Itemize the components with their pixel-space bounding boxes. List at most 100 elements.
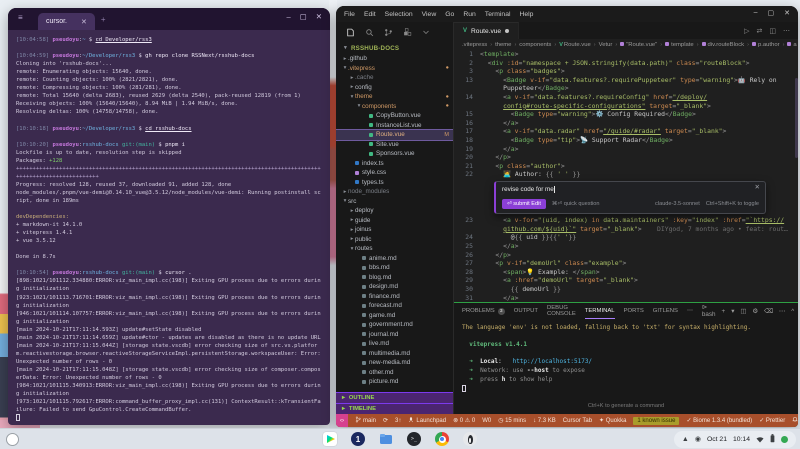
status-item-7-3-kb[interactable]: ↓ 7.3 KB bbox=[533, 418, 556, 424]
search-icon[interactable] bbox=[365, 28, 374, 37]
status-item-15-mins[interactable]: ◷ 15 mins bbox=[498, 417, 526, 424]
tree-item-site-vue[interactable]: Site.vue bbox=[336, 140, 453, 150]
quick-question-label[interactable]: ⌘⏎ quick question bbox=[552, 200, 600, 209]
code-editor[interactable]: 1<template>2 <div :id="namespace + JSON.… bbox=[454, 50, 798, 302]
tree-item-new-media-md[interactable]: new-media.md bbox=[336, 358, 453, 368]
tree-item-src[interactable]: ▾src bbox=[336, 197, 453, 207]
tree-item-other-md[interactable]: other.md bbox=[336, 368, 453, 378]
menu-terminal[interactable]: Terminal bbox=[485, 11, 511, 18]
remote-indicator[interactable]: ‹› bbox=[336, 414, 348, 427]
status-item-bell[interactable] bbox=[792, 416, 798, 425]
status-item-main[interactable]: main bbox=[355, 416, 376, 425]
breadcrumb-item[interactable]: p.author bbox=[752, 42, 780, 48]
tree-item-copybutton-vue[interactable]: CopyButton.vue bbox=[336, 111, 453, 121]
code-line[interactable]: 21 <p class="author"> bbox=[454, 162, 798, 171]
modified-dot-icon[interactable] bbox=[505, 29, 509, 33]
tree-item-bbs-md[interactable]: bbs.md bbox=[336, 263, 453, 273]
tree-item-sponsors-vue[interactable]: Sponsors.vue bbox=[336, 149, 453, 159]
tree-item-live-md[interactable]: live.md bbox=[336, 339, 453, 349]
code-line[interactable]: 29 <a :href="demoUrl" target="_blank"> bbox=[454, 276, 798, 285]
code-line[interactable]: 28 <span>💡 Example: </span> bbox=[454, 268, 798, 277]
panel-tab-gitlens[interactable]: GITLENS bbox=[653, 308, 678, 314]
tree-item-design-md[interactable]: design.md bbox=[336, 282, 453, 292]
split-editor-icon[interactable]: ◫ bbox=[769, 27, 776, 35]
tree-item-journal-md[interactable]: journal.md bbox=[336, 330, 453, 340]
panel-tab--[interactable]: ⋯ bbox=[687, 308, 693, 314]
editor-tab-route-vue[interactable]: V Route.vue bbox=[454, 22, 519, 39]
status-item-launchpad[interactable]: Launchpad bbox=[408, 416, 446, 425]
status-item-0-0[interactable]: ⊗ 0 ⚠ 0 bbox=[453, 417, 475, 424]
chrome-icon[interactable] bbox=[435, 432, 449, 446]
terminal-minimize-icon[interactable]: – bbox=[286, 12, 290, 21]
terminal-new-tab-icon[interactable]: + bbox=[101, 15, 106, 24]
code-line[interactable]: 2 <div :id="namespace + JSON.stringify(d… bbox=[454, 59, 798, 68]
more-icon[interactable]: ⋯ bbox=[779, 308, 785, 315]
play-store-icon[interactable] bbox=[323, 432, 337, 446]
breadcrumb-item[interactable]: div.routeBlock bbox=[702, 42, 745, 48]
tree-item-config[interactable]: ▸config bbox=[336, 83, 453, 93]
tree-item-style-css[interactable]: style.css bbox=[336, 168, 453, 178]
code-line[interactable]: 23 <a v-for="(uid, index) in data.mainta… bbox=[454, 216, 798, 225]
split-terminal-icon[interactable]: ◫ bbox=[740, 308, 746, 315]
run-icon[interactable]: ▷ bbox=[744, 27, 749, 35]
panel-tab-problems[interactable]: PROBLEMS3 bbox=[462, 308, 505, 315]
terminal-output[interactable]: [10:04:58] pseudoyu:~ $ cd Developer/rss… bbox=[8, 30, 330, 425]
code-line[interactable]: 14 <a v-if="data.features?.requireConfig… bbox=[454, 93, 798, 102]
swap-icon[interactable]: ⇄ bbox=[757, 27, 763, 35]
status-item-w0[interactable]: W0 bbox=[482, 418, 491, 424]
tree-item-finance-md[interactable]: finance.md bbox=[336, 292, 453, 302]
status-item-3[interactable]: 3↑ bbox=[395, 418, 401, 424]
tree-item-joinus[interactable]: ▸joinus bbox=[336, 225, 453, 235]
breadcrumb-item[interactable]: "Route.vue" bbox=[620, 42, 657, 48]
1password-icon[interactable]: 1 bbox=[351, 432, 365, 446]
breadcrumb-item[interactable]: Vetur bbox=[599, 42, 613, 48]
menu-help[interactable]: Help bbox=[519, 11, 533, 18]
outline-section-header[interactable]: ▸ OUTLINE bbox=[336, 392, 453, 403]
code-line[interactable]: 20 </p> bbox=[454, 153, 798, 162]
code-line[interactable]: 19 </a> bbox=[454, 145, 798, 154]
settings-icon[interactable]: ⚙ bbox=[752, 308, 758, 315]
code-line[interactable]: 25 </a> bbox=[454, 242, 798, 251]
explorer-root-header[interactable]: ▾ RSSHUB-DOCS bbox=[336, 42, 453, 54]
vscode-maximize-icon[interactable]: ▢ bbox=[768, 9, 775, 17]
terminal-tab[interactable]: cursor. ✕ bbox=[38, 13, 95, 30]
code-line[interactable]: 18 <Badge type="tip">📡 Support Radar</Ba… bbox=[454, 136, 798, 145]
code-line[interactable]: config#route-specific-configurations" ta… bbox=[454, 102, 798, 111]
code-line[interactable]: 17 <a v-if="data.radar" href="/guide/#ra… bbox=[454, 127, 798, 136]
model-selector[interactable]: claude-3.5-sonnet bbox=[655, 200, 700, 209]
tree-item-blog-md[interactable]: blog.md bbox=[336, 273, 453, 283]
terminal-maximize-icon[interactable]: ▢ bbox=[300, 12, 307, 21]
tree-item-route-vue[interactable]: Route.vueM bbox=[336, 130, 453, 140]
code-line[interactable]: github.com/${uid}`" target="_blank"> DIY… bbox=[454, 225, 798, 234]
tree-item-routes[interactable]: ▾routes bbox=[336, 244, 453, 254]
chevron-down-icon[interactable] bbox=[422, 28, 430, 36]
tree-item-guide[interactable]: ▸guide bbox=[336, 216, 453, 226]
code-line[interactable]: 13 <Badge v-if="data.features?.requirePu… bbox=[454, 76, 798, 85]
code-line[interactable]: 31 </a> bbox=[454, 294, 798, 302]
breadcrumb-item[interactable]: .vitepress bbox=[462, 42, 487, 48]
profile-dropdown-icon[interactable]: ▾ bbox=[731, 308, 734, 315]
status-item-quokka[interactable]: ✦ Quokka bbox=[599, 417, 626, 424]
breadcrumb-item[interactable]: theme bbox=[495, 42, 511, 48]
terminal-titlebar[interactable]: ≡ cursor. ✕ + – ▢ ✕ bbox=[8, 8, 330, 30]
breadcrumb-item[interactable]: template bbox=[665, 42, 694, 48]
tree-item-public[interactable]: ▸public bbox=[336, 235, 453, 245]
status-item-1-known-issue[interactable]: 1 known issue bbox=[633, 417, 679, 425]
code-line[interactable]: 26 </p> bbox=[454, 251, 798, 260]
submit-edit-button[interactable]: ⏎ submit Edit bbox=[502, 199, 546, 210]
terminal-profile-bash[interactable]: ⊳ bash bbox=[702, 304, 716, 318]
tree-item-game-md[interactable]: game.md bbox=[336, 311, 453, 321]
vscode-close-icon[interactable]: ✕ bbox=[784, 9, 790, 17]
tree-item-deploy[interactable]: ▸deploy bbox=[336, 206, 453, 216]
editor-scrollbar[interactable] bbox=[795, 78, 798, 158]
more-actions-icon[interactable]: ⋯ bbox=[783, 27, 790, 35]
tree-item-multimedia-md[interactable]: multimedia.md bbox=[336, 349, 453, 359]
tree-item--cache[interactable]: ▸.cache bbox=[336, 73, 453, 83]
linux-penguin-icon[interactable] bbox=[463, 432, 477, 446]
system-tray[interactable]: ▲ ◉ Oct 21 10:14 bbox=[674, 431, 796, 448]
panel-tab-ports[interactable]: PORTS bbox=[624, 308, 644, 314]
tree-item-government-md[interactable]: government.md bbox=[336, 320, 453, 330]
integrated-terminal[interactable]: The language 'env' is not loaded, fallin… bbox=[454, 319, 798, 403]
menu-selection[interactable]: Selection bbox=[385, 11, 413, 18]
timeline-section-header[interactable]: ▸ TIMELINE bbox=[336, 403, 453, 414]
